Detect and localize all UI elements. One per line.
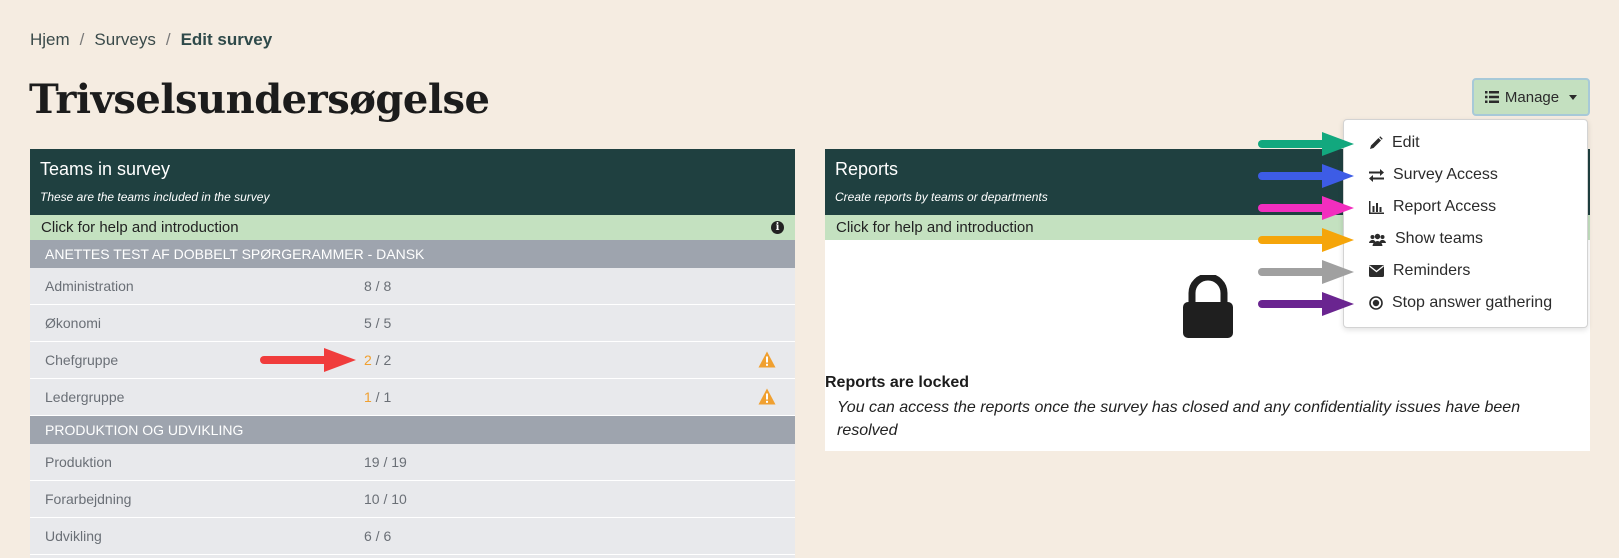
- team-group-header: ANETTES TEST AF DOBBELT SPØRGERAMMER - D…: [30, 240, 795, 268]
- lock-icon: [1183, 275, 1233, 338]
- stop-circle-icon: [1369, 296, 1383, 310]
- exchange-icon: [1369, 168, 1384, 182]
- team-count: 10 / 10: [364, 491, 407, 507]
- menu-item-reminders[interactable]: Reminders: [1344, 255, 1587, 287]
- warning-icon: [758, 388, 776, 405]
- menu-item-label: Report Access: [1393, 198, 1497, 215]
- page-title: Trivselsundersøgelse: [29, 76, 490, 123]
- teams-help-bar[interactable]: Click for help and introduction i: [30, 215, 795, 240]
- teams-card-header: Teams in survey These are the teams incl…: [30, 149, 795, 215]
- team-count: 8 / 8: [364, 278, 392, 294]
- team-name: Administration: [45, 278, 134, 294]
- team-name: Forarbejdning: [45, 491, 132, 507]
- teams-card-subtitle: These are the teams included in the surv…: [40, 190, 270, 204]
- team-name: Økonomi: [45, 315, 102, 331]
- manage-button[interactable]: Manage: [1472, 78, 1590, 116]
- menu-item-edit[interactable]: Edit: [1344, 127, 1587, 159]
- info-icon: i: [771, 221, 784, 234]
- breadcrumb: Hjem / Surveys / Edit survey: [30, 30, 272, 50]
- team-group-header: PRODUKTION OG UDVIKLING: [30, 416, 795, 444]
- pencil-icon: [1370, 136, 1383, 149]
- menu-item-label: Survey Access: [1393, 166, 1498, 183]
- breadcrumb-separator: /: [79, 30, 85, 49]
- team-name: Chefgruppe: [45, 352, 119, 368]
- reports-help-text: Click for help and introduction: [836, 219, 1034, 236]
- teams-card-title: Teams in survey: [40, 159, 171, 179]
- reports-locked-text: You can access the reports once the surv…: [837, 399, 1521, 439]
- team-name: Udvikling: [45, 528, 102, 544]
- manage-dropdown: Edit Survey Access Report Access Show te…: [1343, 119, 1588, 328]
- team-name: Produktion: [45, 454, 112, 470]
- warning-icon: [758, 351, 776, 368]
- breadcrumb-current: Edit survey: [180, 30, 273, 49]
- reports-locked-title: Reports are locked: [825, 374, 970, 391]
- teams-card: Teams in survey These are the teams incl…: [30, 149, 795, 558]
- caret-down-icon: [1569, 94, 1578, 100]
- breadcrumb-surveys[interactable]: Surveys: [94, 30, 155, 50]
- menu-item-label: Show teams: [1395, 230, 1484, 247]
- team-row[interactable]: Produktion 19 / 19: [30, 444, 795, 481]
- manage-button-label: Manage: [1504, 88, 1560, 106]
- users-icon: [1369, 233, 1386, 246]
- team-name: Ledergruppe: [45, 389, 125, 405]
- team-row[interactable]: Forarbejdning 10 / 10: [30, 481, 795, 518]
- menu-item-label: Edit: [1392, 134, 1420, 151]
- team-row[interactable]: Udvikling 6 / 6: [30, 518, 795, 555]
- team-count: 1 / 1: [364, 389, 392, 405]
- menu-item-survey-access[interactable]: Survey Access: [1344, 159, 1587, 191]
- team-row[interactable]: Administration 8 / 8: [30, 268, 795, 305]
- breadcrumb-separator: /: [165, 30, 171, 49]
- team-count: 2 / 2: [364, 352, 392, 368]
- menu-item-show-teams[interactable]: Show teams: [1344, 223, 1587, 255]
- menu-item-label: Reminders: [1393, 262, 1471, 279]
- envelope-icon: [1369, 265, 1384, 277]
- team-count: 19 / 19: [364, 454, 407, 470]
- teams-help-text: Click for help and introduction: [41, 219, 239, 236]
- team-row[interactable]: Økonomi 5 / 5: [30, 305, 795, 342]
- team-count: 5 / 5: [364, 315, 392, 331]
- team-row[interactable]: Ledergruppe 1 / 1: [30, 379, 795, 416]
- menu-item-stop-answer-gathering[interactable]: Stop answer gathering: [1344, 287, 1587, 319]
- menu-item-label: Stop answer gathering: [1392, 294, 1553, 311]
- menu-item-report-access[interactable]: Report Access: [1344, 191, 1587, 223]
- team-count: 6 / 6: [364, 528, 392, 544]
- breadcrumb-home[interactable]: Hjem: [30, 30, 70, 50]
- list-icon: [1484, 91, 1499, 103]
- team-row[interactable]: Chefgruppe 2 / 2: [30, 342, 795, 379]
- bar-chart-icon: [1369, 200, 1384, 214]
